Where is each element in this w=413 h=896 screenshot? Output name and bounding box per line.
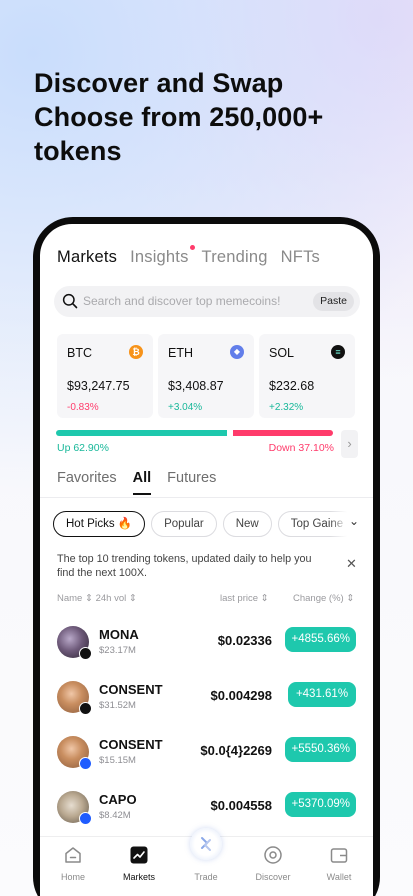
tab-futures[interactable]: Futures [167, 470, 216, 486]
token-price: $0.004298 [210, 688, 272, 703]
chevron-right-icon[interactable]: › [341, 430, 358, 458]
token-price: $0.004558 [210, 798, 272, 813]
discover-icon [264, 846, 282, 864]
token-volume: $15.15M [99, 755, 136, 766]
token-price: $0.0{4}2269 [200, 743, 272, 758]
close-icon[interactable]: ✕ [346, 556, 357, 572]
coin-change: -0.83% [67, 402, 99, 413]
token-change-badge: +431.61% [288, 682, 356, 707]
coin-price: $3,408.87 [168, 379, 224, 393]
filter-chips: Hot Picks 🔥 Popular New Top Gaine [53, 511, 357, 537]
nav-home[interactable]: Home [48, 845, 98, 882]
coin-change: +3.04% [168, 402, 203, 413]
token-volume: $31.52M [99, 700, 136, 711]
info-text: The top 10 trending tokens, updated dail… [57, 553, 312, 579]
tab-trending[interactable]: Trending [202, 248, 268, 267]
token-change-badge: +5550.36% [285, 737, 356, 762]
token-change-badge: +4855.66% [285, 627, 356, 652]
tab-nfts[interactable]: NFTs [281, 248, 320, 267]
column-change[interactable]: Change (%) ⇕ [293, 593, 354, 604]
phone-screen: Markets Insights Trending NFTs Search an… [40, 224, 373, 896]
paste-button[interactable]: Paste [313, 292, 354, 311]
chip-popular[interactable]: Popular [151, 511, 217, 537]
search-icon [62, 293, 78, 309]
table-row[interactable]: CONSENT $31.52M $0.004298 +431.61% [40, 681, 373, 736]
tab-favorites[interactable]: Favorites [57, 470, 117, 486]
base-chain-icon [79, 757, 92, 770]
column-last-price[interactable]: last price ⇕ [220, 593, 269, 604]
top-tabs: Markets Insights Trending NFTs [57, 248, 320, 267]
base-chain-icon [79, 812, 92, 825]
headline-line: tokens [34, 136, 122, 166]
nav-discover[interactable]: Discover [248, 845, 298, 882]
divider [40, 497, 373, 498]
coin-symbol: SOL [269, 346, 295, 360]
chevron-down-icon[interactable]: ⌄ [349, 514, 359, 528]
table-row[interactable]: CONSENT $15.15M $0.0{4}2269 +5550.36% [40, 736, 373, 791]
coin-price: $93,247.75 [67, 379, 130, 393]
nav-label: Trade [194, 872, 218, 882]
sub-tabs: Favorites All Futures [57, 470, 216, 495]
headline-line: Discover and Swap [34, 68, 284, 98]
info-banner: The top 10 trending tokens, updated dail… [40, 546, 373, 582]
solana-icon [79, 647, 92, 660]
home-icon [65, 847, 81, 863]
nav-label: Home [60, 872, 85, 882]
token-volume: $23.17M [99, 645, 136, 656]
tab-all[interactable]: All [132, 470, 151, 495]
promo-headline: Discover and Swap Choose from 250,000+ t… [34, 66, 394, 168]
coin-card-eth[interactable]: ETH ◆ $3,408.87 +3.04% [158, 334, 254, 418]
coin-symbol: ETH [168, 346, 193, 360]
coin-card-btc[interactable]: BTC ₿ $93,247.75 -0.83% [57, 334, 153, 418]
coin-card-sol[interactable]: SOL ≡ $232.68 +2.32% [259, 334, 355, 418]
token-price: $0.02336 [217, 633, 272, 648]
solana-icon [79, 702, 92, 715]
nav-markets[interactable]: Markets [114, 845, 164, 882]
tab-markets[interactable]: Markets [57, 248, 117, 267]
trade-button[interactable] [190, 828, 222, 860]
ethereum-icon: ◆ [230, 345, 244, 359]
token-change-badge: +5370.09% [285, 792, 356, 817]
chip-hot-picks[interactable]: Hot Picks 🔥 [53, 511, 146, 537]
coin-price: $232.68 [269, 379, 315, 393]
search-input[interactable]: Search and discover top memecoins! [83, 294, 280, 308]
search-bar[interactable]: Search and discover top memecoins! Paste [54, 286, 360, 317]
token-name: CONSENT [99, 682, 163, 697]
token-name: MONA [99, 627, 139, 642]
token-volume: $8.42M [99, 810, 131, 821]
sentiment-up-label: Up 62.90% [57, 442, 109, 454]
sentiment-down-label: Down 37.10% [268, 442, 334, 454]
nav-label: Markets [122, 872, 155, 882]
sentiment-down-fill [233, 430, 333, 436]
chip-new[interactable]: New [222, 511, 272, 537]
coin-symbol: BTC [67, 346, 92, 360]
notification-dot [190, 245, 195, 250]
token-name: CONSENT [99, 737, 163, 752]
wallet-icon [330, 848, 348, 863]
column-name-volume[interactable]: Name ⇕ 24h vol ⇕ [57, 593, 137, 604]
bitcoin-icon: ₿ [129, 345, 143, 359]
solana-icon: ≡ [331, 345, 345, 359]
nav-wallet[interactable]: Wallet [314, 845, 364, 882]
headline-line: Choose from 250,000+ [34, 102, 324, 132]
chart-icon [130, 846, 148, 864]
swap-icon [201, 837, 211, 851]
nav-label: Discover [255, 872, 291, 882]
table-row[interactable]: MONA $23.17M $0.02336 +4855.66% [40, 626, 373, 681]
nav-label: Wallet [326, 872, 352, 882]
sentiment-bar [56, 430, 333, 436]
sentiment-up-fill [56, 430, 227, 436]
tab-insights[interactable]: Insights [130, 248, 188, 267]
coin-change: +2.32% [269, 402, 304, 413]
token-name: CAPO [99, 792, 137, 807]
